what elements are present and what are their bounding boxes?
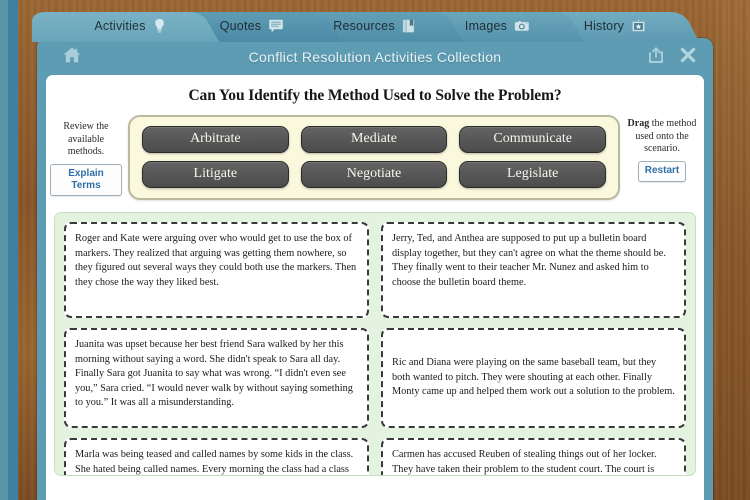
method-mediate[interactable]: Mediate	[300, 126, 448, 153]
lightbulb-icon	[153, 18, 166, 34]
wood-background-right	[716, 0, 750, 500]
tab-activities-label: Activities	[94, 19, 146, 33]
restart-button[interactable]: Restart	[637, 161, 687, 182]
left-instructions: Review the available methods. Explain Te…	[50, 115, 122, 197]
methods-row: Review the available methods. Explain Te…	[46, 115, 704, 200]
tab-images-label: Images	[464, 19, 508, 33]
scenario-card-1[interactable]: Roger and Kate were arguing over who wou…	[64, 222, 369, 318]
method-litigate[interactable]: Litigate	[142, 161, 289, 188]
framed-picture-icon	[631, 19, 646, 34]
share-icon	[647, 46, 665, 69]
camera-icon	[514, 19, 530, 33]
content-window: Conflict Resolution Activities Collectio…	[37, 38, 713, 500]
speech-bubble-icon	[268, 19, 284, 34]
method-communicate[interactable]: Communicate	[459, 126, 606, 153]
application-root: History Images Resources Quotes Activiti…	[0, 0, 750, 500]
tab-history-label: History	[583, 19, 625, 33]
share-button[interactable]	[646, 46, 666, 69]
right-instructions: Drag the method used onto the scenario. …	[626, 115, 698, 182]
method-legislate[interactable]: Legislate	[459, 161, 606, 188]
scenarios-grid: Roger and Kate were arguing over who wou…	[64, 222, 686, 475]
scenario-card-5[interactable]: Marla was being teased and called names …	[64, 438, 369, 475]
tab-bar: History Images Resources Quotes Activiti…	[24, 6, 724, 42]
methods-panel: Arbitrate Mediate Communicate Litigate N…	[128, 115, 620, 200]
page-title: Can You Identify the Method Used to Solv…	[188, 87, 562, 104]
scenarios-panel: Roger and Kate were arguing over who wou…	[54, 212, 696, 476]
methods-grid: Arbitrate Mediate Communicate Litigate N…	[142, 126, 606, 188]
scenario-card-4[interactable]: Ric and Diana were playing on the same b…	[381, 328, 686, 428]
tab-activities-label-wrap: Activities	[32, 10, 222, 42]
method-arbitrate[interactable]: Arbitrate	[142, 126, 289, 153]
tab-activities[interactable]: Activities	[32, 10, 222, 42]
scenario-card-2[interactable]: Jerry, Ted, and Anthea are supposed to p…	[381, 222, 686, 318]
close-icon	[679, 46, 697, 69]
right-instructions-bold: Drag	[627, 118, 650, 129]
right-instructions-text: Drag the method used onto the scenario.	[626, 118, 698, 156]
scenario-card-3[interactable]: Juanita was upset because her best frien…	[64, 328, 369, 428]
scenario-card-6[interactable]: Carmen has accused Reuben of stealing th…	[381, 438, 686, 475]
close-button[interactable]	[677, 46, 699, 68]
explain-terms-button[interactable]: Explain Terms	[50, 164, 122, 197]
window-titlebar: Conflict Resolution Activities Collectio…	[37, 38, 713, 75]
activity-page: Can You Identify the Method Used to Solv…	[46, 75, 704, 500]
left-instructions-text: Review the available methods.	[63, 121, 109, 158]
method-negotiate[interactable]: Negotiate	[300, 161, 448, 188]
window-title: Conflict Resolution Activities Collectio…	[248, 48, 502, 65]
book-icon	[402, 18, 415, 34]
tab-quotes-label: Quotes	[219, 19, 262, 33]
